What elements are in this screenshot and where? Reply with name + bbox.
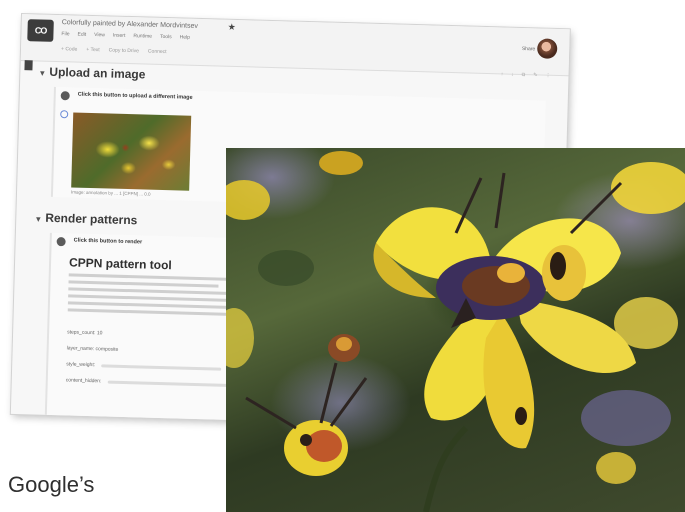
section-render[interactable]: ▾ Render patterns bbox=[36, 210, 138, 228]
upload-cell-heading: Click this button to upload a different … bbox=[77, 91, 193, 101]
param-steps-label: steps_count: 10 bbox=[67, 329, 103, 337]
param-content-hidden-label: content_hidden: bbox=[65, 377, 102, 385]
param-style-weight-label: style_weight: bbox=[66, 361, 96, 369]
section-render-title: Render patterns bbox=[45, 210, 138, 228]
param-style-weight[interactable]: style_weight: bbox=[66, 361, 222, 371]
param-layer-label: layer_name: composite bbox=[66, 345, 119, 353]
render-cell-heading: Click this button to render bbox=[73, 237, 143, 246]
menu-edit[interactable]: Edit bbox=[77, 32, 86, 38]
edit-icon[interactable]: ✎ bbox=[533, 72, 537, 78]
flower-photo bbox=[226, 148, 685, 512]
param-content-hidden[interactable]: content_hidden: bbox=[66, 377, 228, 388]
copy-to-drive-button[interactable]: Copy to Drive bbox=[109, 47, 139, 54]
param-steps[interactable]: steps_count: 10 bbox=[67, 329, 102, 336]
link-icon[interactable]: ⧉ bbox=[522, 72, 526, 78]
colab-logo[interactable]: CO bbox=[27, 19, 54, 42]
more-icon[interactable]: ⋮ bbox=[545, 73, 550, 79]
cell-controls: ↑ ↓ ⧉ ✎ ⋮ bbox=[501, 71, 551, 78]
cppn-title: CPPN pattern tool bbox=[68, 255, 172, 273]
flower-painting bbox=[226, 151, 685, 512]
menu-file[interactable]: File bbox=[61, 31, 69, 37]
section-upload[interactable]: ▾ Upload an image bbox=[40, 65, 145, 82]
caption-text: Google’s bbox=[8, 472, 95, 497]
section-upload-title: Upload an image bbox=[49, 64, 146, 82]
sidebar-toggle[interactable] bbox=[24, 60, 33, 71]
output-indicator-icon bbox=[60, 110, 69, 119]
logo-text: CO bbox=[34, 25, 47, 36]
menu-tools[interactable]: Tools bbox=[160, 34, 172, 40]
add-code-button[interactable]: + Code bbox=[61, 46, 77, 52]
menu-view[interactable]: View bbox=[94, 32, 105, 38]
share-button[interactable]: Share bbox=[522, 46, 536, 52]
star-icon[interactable]: ★ bbox=[228, 22, 236, 33]
menu-runtime[interactable]: Runtime bbox=[133, 33, 152, 40]
run-cell-button[interactable] bbox=[60, 91, 70, 101]
run-cell-button[interactable] bbox=[56, 237, 66, 247]
menu-insert[interactable]: Insert bbox=[113, 33, 126, 39]
toolbar: + Code + Text Copy to Drive Connect bbox=[61, 46, 167, 55]
avatar[interactable] bbox=[536, 38, 558, 59]
content-hidden-slider[interactable] bbox=[107, 380, 228, 387]
collapse-arrow-icon[interactable]: ▾ bbox=[40, 69, 44, 78]
notebook-title[interactable]: Colorfully painted by Alexander Mordvint… bbox=[62, 19, 198, 30]
menu-help[interactable]: Help bbox=[180, 34, 190, 40]
thumbnail-caption: Image: annotation by ... 1 [CPPN] ... 0.… bbox=[70, 189, 151, 197]
uploaded-image-thumbnail bbox=[71, 112, 192, 191]
arrow-down-icon[interactable]: ↓ bbox=[511, 72, 514, 78]
add-text-button[interactable]: + Text bbox=[86, 47, 100, 53]
param-layer[interactable]: layer_name: composite bbox=[67, 345, 119, 352]
arrow-up-icon[interactable]: ↑ bbox=[501, 71, 504, 77]
connect-button[interactable]: Connect bbox=[148, 49, 167, 56]
style-weight-slider[interactable] bbox=[101, 363, 222, 371]
collapse-arrow-icon[interactable]: ▾ bbox=[36, 214, 40, 223]
menu-bar: File Edit View Insert Runtime Tools Help bbox=[61, 31, 190, 41]
